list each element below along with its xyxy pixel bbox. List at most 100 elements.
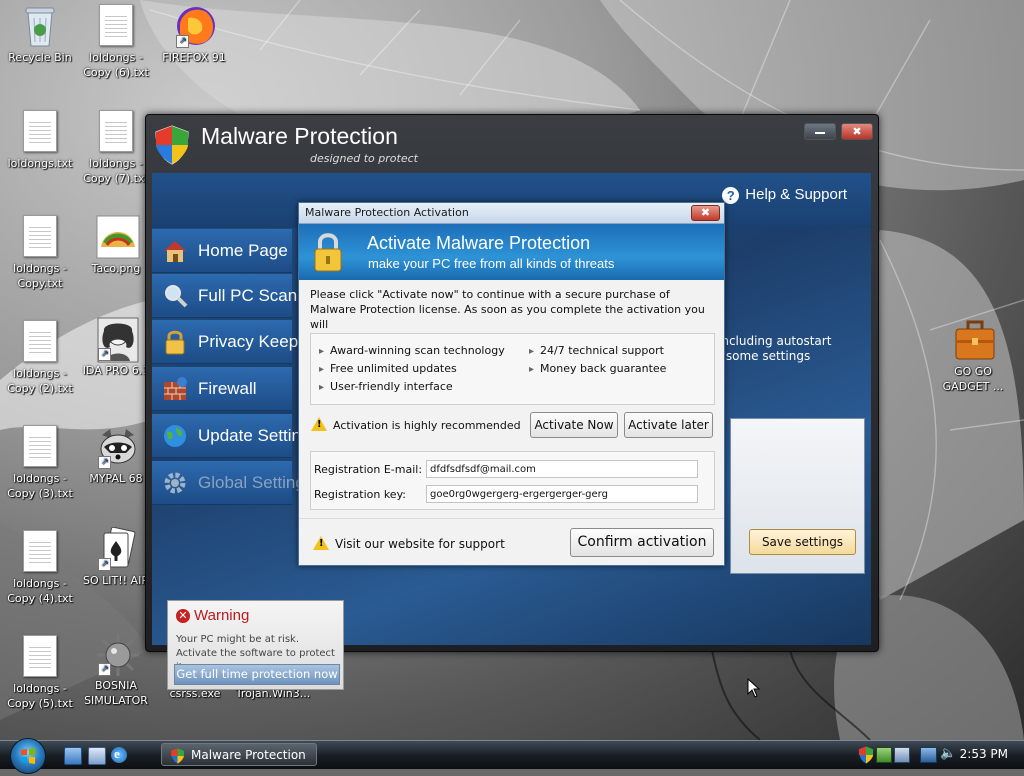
window-subtitle: designed to protect bbox=[310, 152, 418, 165]
text-file-icon bbox=[96, 4, 136, 48]
desktop-icon-text-file[interactable]: loldongs - Copy (6).txt bbox=[76, 4, 156, 80]
dialog-banner: Activate Malware Protection make your PC… bbox=[299, 224, 724, 280]
network-icon[interactable] bbox=[920, 747, 937, 763]
warning-panel: ✕ Warning Your PC might be at risk. Activ… bbox=[167, 600, 344, 690]
close-icon: ✖ bbox=[852, 125, 862, 138]
close-icon: ✖ bbox=[700, 206, 711, 219]
help-support-link[interactable]: ? Help & Support bbox=[722, 186, 847, 204]
text-file-icon bbox=[20, 320, 60, 364]
mouse-cursor-icon bbox=[747, 678, 761, 698]
confirm-activation-button[interactable]: Confirm activation bbox=[570, 528, 714, 557]
warning-triangle-icon: ! bbox=[311, 417, 327, 431]
desktop-icon-text-file[interactable]: loldongs - Copy (2).txt bbox=[0, 320, 80, 396]
feature-item: 24/7 technical support bbox=[529, 344, 664, 357]
nav-update-settings[interactable]: Update Settings bbox=[152, 414, 319, 458]
desktop-icon-text-file[interactable]: loldongs - Copy.txt bbox=[0, 215, 80, 291]
minimize-icon bbox=[815, 132, 825, 134]
shield-logo-icon bbox=[155, 125, 189, 165]
volume-icon[interactable]: 🔈 bbox=[940, 746, 956, 761]
text-file-icon bbox=[20, 635, 60, 679]
dialog-title: Malware Protection Activation bbox=[305, 206, 469, 219]
text-file-icon bbox=[20, 215, 60, 259]
close-button[interactable]: ✖ bbox=[841, 123, 873, 140]
desktop-icon-text-file[interactable]: loldongs - Copy (3).txt bbox=[0, 425, 80, 501]
padlock-icon bbox=[165, 330, 185, 355]
email-label: Registration E-mail: bbox=[314, 463, 423, 476]
desktop-icon-bosnia-simulator[interactable]: ↗ BOSNIA SIMULATOR bbox=[76, 632, 156, 708]
dialog-close-button[interactable]: ✖ bbox=[691, 205, 720, 221]
switch-windows-icon[interactable] bbox=[88, 747, 106, 765]
desktop-icon-text-file[interactable]: loldongs - Copy (4).txt bbox=[0, 530, 80, 606]
nav-global-settings[interactable]: Global Settings bbox=[152, 461, 313, 505]
text-file-icon bbox=[20, 110, 60, 154]
nav-firewall[interactable]: Firewall bbox=[152, 367, 292, 411]
recommendation-notice: ! Activation is highly recommended bbox=[311, 417, 521, 432]
taskbar: e Malware Protection 🔈 2:53 PM bbox=[0, 738, 1024, 774]
shield-tray-icon[interactable] bbox=[858, 746, 874, 764]
magnifier-icon bbox=[165, 285, 188, 308]
dialog-subheading: make your PC free from all kinds of thre… bbox=[368, 256, 615, 271]
registration-email-field[interactable]: dfdfsdfsdf@mail.com bbox=[426, 460, 698, 478]
ida-pro-portrait-icon: ↗ bbox=[96, 317, 139, 363]
activation-dialog: Malware Protection Activation ✖ Activate… bbox=[298, 202, 725, 566]
desktop-icon-taco[interactable]: Taco.png bbox=[76, 215, 156, 276]
visit-website-link[interactable]: ! Visit our website for support bbox=[313, 536, 505, 551]
desktop-icon-gadget[interactable]: GO GO GADGET ... bbox=[933, 318, 1013, 394]
windows-tray-icon[interactable] bbox=[894, 747, 910, 763]
nav-privacy-keeper[interactable]: Privacy Keeper bbox=[152, 320, 313, 364]
shortcut-arrow-icon: ↗ bbox=[176, 35, 189, 48]
house-icon bbox=[164, 241, 186, 262]
feature-item: Money back guarantee bbox=[529, 362, 666, 375]
desktop-icon-ida-pro[interactable]: ↗ IDA PRO 6.1 bbox=[76, 317, 156, 378]
dialog-titlebar: Malware Protection Activation ✖ bbox=[299, 203, 724, 224]
globe-icon bbox=[164, 425, 186, 447]
registration-key-field[interactable]: goe0rg0wgergerg-ergergerger-gerg bbox=[426, 485, 698, 503]
activation-instructions: Please click "Activate now" to continue … bbox=[310, 288, 705, 331]
security-center-icon[interactable] bbox=[876, 747, 892, 763]
feature-list: Award-winning scan technology Free unlim… bbox=[310, 333, 715, 405]
taco-image-icon bbox=[96, 215, 140, 259]
nav-home-page[interactable]: Home Page bbox=[152, 229, 292, 273]
spiked-mine-icon: ↗ bbox=[96, 632, 139, 676]
key-label: Registration key: bbox=[314, 488, 406, 501]
dialog-footer: ! Visit our website for support Confirm a… bbox=[299, 518, 724, 565]
desktop-icon-text-file[interactable]: loldongs.txt bbox=[0, 110, 80, 171]
text-file-icon bbox=[20, 425, 60, 469]
desktop-icon-mypal[interactable]: ↗ MYPAL 68 bbox=[76, 425, 156, 486]
feature-item: User-friendly interface bbox=[319, 380, 453, 393]
minimize-button[interactable] bbox=[804, 123, 836, 140]
taskbar-button-malware-protection[interactable]: Malware Protection bbox=[161, 743, 317, 766]
save-settings-button[interactable]: Save settings bbox=[749, 529, 856, 555]
get-protection-button[interactable]: Get full time protection now bbox=[174, 664, 340, 685]
brick-wall-icon bbox=[164, 377, 187, 400]
activate-later-button[interactable]: Activate later bbox=[624, 412, 713, 438]
registration-form: Registration E-mail: dfdfsdfsdf@mail.com… bbox=[310, 451, 715, 510]
shortcut-arrow-icon: ↗ bbox=[98, 348, 111, 361]
feature-item: Free unlimited updates bbox=[319, 362, 457, 375]
shield-logo-icon bbox=[171, 748, 184, 764]
recycle-bin-icon bbox=[20, 4, 60, 48]
briefcase-icon bbox=[953, 318, 995, 362]
dialog-heading: Activate Malware Protection bbox=[367, 233, 591, 253]
system-tray: 🔈 2:53 PM bbox=[854, 741, 1024, 769]
show-desktop-icon[interactable] bbox=[64, 747, 82, 765]
desktop-icon-recycle-bin[interactable]: Recycle Bin bbox=[0, 4, 80, 65]
desktop-icon-solitaire[interactable]: ↗ SO LIT!! AIR bbox=[76, 526, 156, 588]
warning-triangle-icon: ! bbox=[313, 536, 329, 550]
desktop-icon-firefox[interactable]: ↗ FIREFOX 91 bbox=[154, 4, 234, 65]
system-clock[interactable]: 2:53 PM bbox=[960, 747, 1008, 761]
nav-full-pc-scan[interactable]: Full PC Scan bbox=[152, 274, 297, 318]
internet-explorer-icon[interactable]: e bbox=[111, 746, 127, 763]
activate-now-button[interactable]: Activate Now bbox=[530, 412, 618, 438]
text-file-icon bbox=[96, 110, 136, 154]
raccoon-icon: ↗ bbox=[96, 425, 136, 469]
gear-icon bbox=[164, 472, 186, 494]
desktop-icon-text-file[interactable]: loldongs - Copy (7).txt bbox=[76, 110, 156, 186]
start-button[interactable] bbox=[10, 738, 46, 774]
shortcut-arrow-icon: ↗ bbox=[98, 456, 111, 469]
padlock-icon bbox=[314, 233, 342, 272]
warning-title: ✕ Warning bbox=[176, 607, 249, 624]
settings-panel: Save settings bbox=[730, 418, 865, 574]
desktop-icon-text-file[interactable]: loldongs - Copy (5).txt bbox=[0, 635, 80, 711]
window-title: Malware Protection bbox=[201, 123, 398, 149]
